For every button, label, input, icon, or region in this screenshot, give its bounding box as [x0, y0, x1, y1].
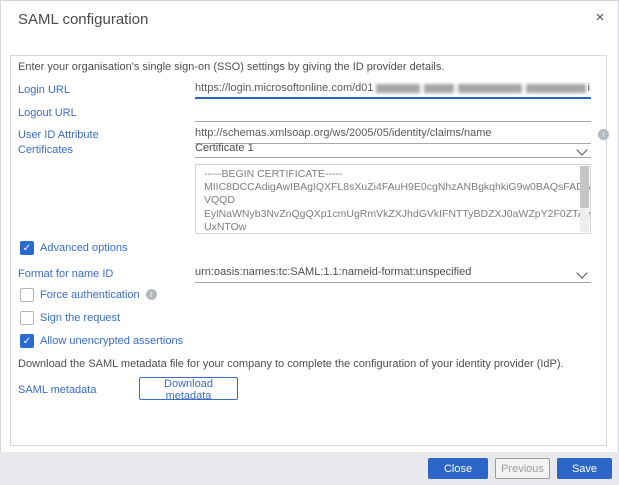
dialog-body: Enter your organisation's single sign-on…: [10, 55, 607, 446]
force-authentication-row[interactable]: ✓ Force authentication i: [20, 287, 157, 302]
certificates-label: Certificates: [18, 144, 73, 156]
redaction-block: [424, 84, 454, 93]
scrollbar-thumb[interactable]: [580, 166, 589, 208]
download-metadata-button[interactable]: Download metadata: [139, 377, 238, 400]
allow-unencrypted-assertions-checkbox[interactable]: ✓: [20, 334, 34, 348]
format-name-id-label: Format for name ID: [18, 268, 113, 280]
saml-configuration-dialog: SAML configuration × Enter your organisa…: [0, 0, 619, 485]
login-url-label: Login URL: [18, 84, 70, 96]
user-id-attribute-label: User ID Attribute: [18, 129, 99, 141]
close-button[interactable]: Close: [428, 458, 488, 479]
advanced-options-checkbox[interactable]: ✓: [20, 241, 34, 255]
format-name-id-select[interactable]: urn:oasis:names:tc:SAML:1.1:nameid-forma…: [195, 266, 591, 283]
allow-unencrypted-assertions-label: Allow unencrypted assertions: [40, 335, 183, 347]
advanced-options-row[interactable]: ✓ Advanced options: [20, 240, 127, 255]
login-url-input[interactable]: https://login.microsoftonline.com/d01 i35…: [195, 82, 591, 99]
intro-text: Enter your organisation's single sign-on…: [18, 61, 444, 73]
info-icon[interactable]: i: [146, 289, 157, 300]
sign-the-request-checkbox[interactable]: ✓: [20, 311, 34, 325]
dialog-footer: Close Previous Save: [0, 452, 619, 485]
login-url-value-prefix: https://login.microsoftonline.com/d01: [195, 82, 374, 94]
certificate-select[interactable]: Certificate 1: [195, 142, 591, 158]
advanced-options-label: Advanced options: [40, 242, 127, 254]
dialog-title: SAML configuration: [18, 11, 148, 28]
certificate-scrollbar[interactable]: [580, 166, 589, 232]
sign-the-request-row[interactable]: ✓ Sign the request: [20, 310, 120, 325]
redaction-block: [458, 84, 522, 93]
metadata-description: Download the SAML metadata file for your…: [18, 358, 602, 370]
redaction-block: [376, 84, 420, 93]
check-icon: ✓: [23, 243, 31, 254]
logout-url-input[interactable]: [195, 105, 591, 122]
save-button[interactable]: Save: [557, 458, 612, 479]
force-authentication-label: Force authentication: [40, 289, 140, 301]
certificate-textarea[interactable]: -----BEGIN CERTIFICATE-----MIIC8DCCAdigA…: [195, 164, 591, 234]
sign-the-request-label: Sign the request: [40, 312, 120, 324]
login-url-value-suffix: i35/saml2: [588, 82, 591, 94]
close-icon[interactable]: ×: [590, 8, 610, 28]
check-icon: ✓: [23, 336, 31, 347]
previous-button[interactable]: Previous: [495, 458, 550, 479]
logout-url-label: Logout URL: [18, 107, 77, 119]
certificate-text: -----BEGIN CERTIFICATE-----MIIC8DCCAdigA…: [204, 168, 574, 234]
force-authentication-checkbox[interactable]: ✓: [20, 288, 34, 302]
saml-metadata-label: SAML metadata: [18, 384, 96, 396]
allow-unencrypted-assertions-row[interactable]: ✓ Allow unencrypted assertions: [20, 333, 183, 348]
redaction-block: [526, 84, 586, 93]
info-icon[interactable]: i: [598, 129, 609, 140]
